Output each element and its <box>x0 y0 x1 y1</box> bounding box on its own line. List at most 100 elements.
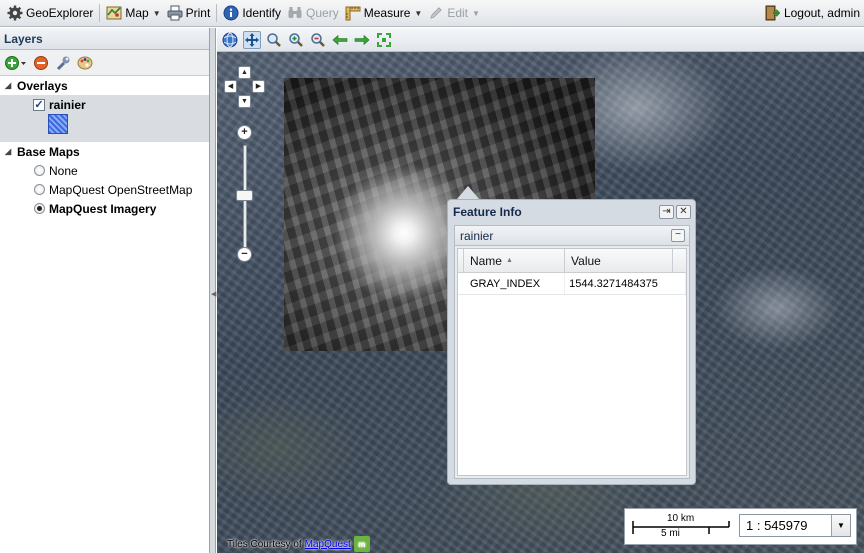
layer-visibility-checkbox[interactable]: ✓ <box>33 98 45 111</box>
collapse-icon[interactable]: − <box>671 229 685 242</box>
map-menu-label: Map <box>125 6 149 20</box>
pin-icon[interactable]: ⇥ <box>659 205 674 219</box>
geoexplorer-button[interactable]: GeoExplorer <box>4 2 96 24</box>
column-header-value[interactable]: Value <box>565 249 674 272</box>
overlay-layer-rainier[interactable]: ✓ rainier <box>0 95 209 142</box>
forward-arrow-icon[interactable] <box>353 31 371 49</box>
wrench-icon[interactable] <box>55 55 71 71</box>
chevron-down-icon: ▼ <box>152 8 161 18</box>
basemap-radio-selected[interactable] <box>34 203 45 214</box>
measure-menu-button[interactable]: Measure ▼ <box>342 2 426 24</box>
palette-icon[interactable] <box>77 55 93 71</box>
print-button[interactable]: Print <box>164 2 214 24</box>
basemap-radio[interactable] <box>34 165 45 176</box>
scale-select[interactable]: 1 : 545979 ▼ <box>739 514 851 537</box>
toolbar-divider <box>99 4 101 22</box>
ruler-icon <box>345 5 361 21</box>
globe-icon[interactable] <box>221 31 239 49</box>
basemap-option-label: None <box>49 163 78 178</box>
attribution-text: Tiles Courtesy of <box>227 538 302 550</box>
printer-icon <box>167 5 183 21</box>
cell-value: 1544.3271484375 <box>565 273 686 294</box>
edit-label: Edit <box>447 6 469 20</box>
scale-panel: 10 km 5 mi 1 : 545979 ▼ <box>624 508 857 545</box>
zoom-out-button[interactable]: − <box>237 247 252 262</box>
pan-tool-icon[interactable] <box>243 30 261 49</box>
basemaps-label: Base Maps <box>17 144 80 159</box>
layer-legend-swatch <box>48 114 68 134</box>
pan-up-icon[interactable]: ▲ <box>238 66 251 79</box>
map-toolbar <box>217 28 864 52</box>
zoom-extent-icon[interactable] <box>375 31 393 49</box>
edit-menu-button[interactable]: Edit ▼ <box>425 2 483 24</box>
logout-icon <box>764 5 781 21</box>
scale-line: 10 km 5 mi <box>631 513 731 540</box>
basemap-option-label: MapQuest Imagery <box>49 201 157 216</box>
layers-toolbar <box>0 50 209 76</box>
basemap-radio[interactable] <box>34 184 45 195</box>
identify-button[interactable]: Identify <box>220 2 284 24</box>
grid-header-spacer <box>673 249 686 272</box>
overlays-group[interactable]: ◢ Overlays <box>0 76 209 95</box>
pan-left-icon[interactable]: ◀ <box>224 80 237 93</box>
pan-down-icon[interactable]: ▼ <box>238 95 251 108</box>
scale-mi-label: 5 mi <box>661 528 680 539</box>
feature-info-title: Feature Info <box>453 205 522 219</box>
attribute-grid: Name ▲ Value GRAY_INDEX 1544.3271484375 <box>457 248 687 476</box>
column-header-label: Name <box>469 253 502 268</box>
main-toolbar: GeoExplorer Map ▼ Print Identify Query M… <box>0 0 864 27</box>
chevron-down-icon: ▼ <box>472 8 480 18</box>
toolbar-divider <box>216 4 218 22</box>
column-header-name[interactable]: Name ▲ <box>464 249 566 272</box>
scale-value: 1 : 545979 <box>746 518 808 533</box>
basemap-option-imagery[interactable]: MapQuest Imagery <box>0 199 209 218</box>
map-view[interactable]: ▲ ◀ ▶ ▼ + − Feature Info ⇥ ✕ rainier − N… <box>217 28 864 553</box>
binoculars-icon <box>287 5 303 21</box>
chevron-down-icon: ▼ <box>414 8 423 18</box>
map-icon <box>106 5 122 21</box>
layers-panel: Layers ◢ Overlays ✓ rainier ◢ Base Maps … <box>0 28 210 553</box>
mapquest-link[interactable]: MapQuest <box>305 539 351 550</box>
feature-layer-header[interactable]: rainier − <box>455 226 689 246</box>
column-header-label: Value <box>571 253 601 268</box>
sort-asc-icon: ▲ <box>505 257 513 264</box>
overlay-layer-label: rainier <box>49 97 86 112</box>
panel-splitter[interactable]: ◀ <box>210 28 216 553</box>
print-label: Print <box>185 6 211 20</box>
query-button[interactable]: Query <box>284 2 342 24</box>
basemap-option-label: MapQuest OpenStreetMap <box>49 182 193 197</box>
grid-header-row: Name ▲ Value <box>458 249 686 273</box>
basemap-option-none[interactable]: None <box>0 161 209 180</box>
basemap-option-osm[interactable]: MapQuest OpenStreetMap <box>0 180 209 199</box>
zoom-in-icon[interactable] <box>287 31 305 49</box>
collapse-arrow-icon: ◀ <box>211 291 217 298</box>
expand-arrow-icon[interactable]: ◢ <box>5 81 13 90</box>
logout-button[interactable]: Logout, admin <box>764 2 860 24</box>
remove-layer-icon[interactable] <box>33 55 49 71</box>
zoom-box-icon[interactable] <box>265 31 283 49</box>
close-icon[interactable]: ✕ <box>676 205 691 219</box>
measure-label: Measure <box>363 6 411 20</box>
layers-panel-title: Layers <box>0 28 209 50</box>
geoexplorer-label: GeoExplorer <box>26 6 94 20</box>
map-menu-button[interactable]: Map ▼ <box>103 2 163 24</box>
overlays-label: Overlays <box>17 78 68 93</box>
expand-arrow-icon[interactable]: ◢ <box>5 147 13 156</box>
zoom-slider-thumb[interactable] <box>236 190 253 201</box>
chevron-down-icon[interactable]: ▼ <box>831 515 850 536</box>
add-layer-icon[interactable] <box>5 55 27 71</box>
table-row[interactable]: GRAY_INDEX 1544.3271484375 <box>458 273 686 295</box>
scale-km-label: 10 km <box>667 513 695 524</box>
gear-icon <box>7 5 23 21</box>
pencil-icon <box>428 5 444 21</box>
mapquest-logo-icon: m <box>353 536 370 552</box>
zoom-in-button[interactable]: + <box>237 125 252 140</box>
basemaps-group[interactable]: ◢ Base Maps <box>0 142 209 161</box>
map-attribution: Tiles Courtesy of MapQuest m <box>227 536 370 552</box>
zoom-out-icon[interactable] <box>309 31 327 49</box>
back-arrow-icon[interactable] <box>331 31 349 49</box>
pan-right-icon[interactable]: ▶ <box>252 80 265 93</box>
feature-layer-name: rainier <box>460 228 494 243</box>
identify-label: Identify <box>242 6 282 20</box>
feature-info-body: rainier − Name ▲ Value GRAY_INDEX 1544.3… <box>454 225 690 479</box>
